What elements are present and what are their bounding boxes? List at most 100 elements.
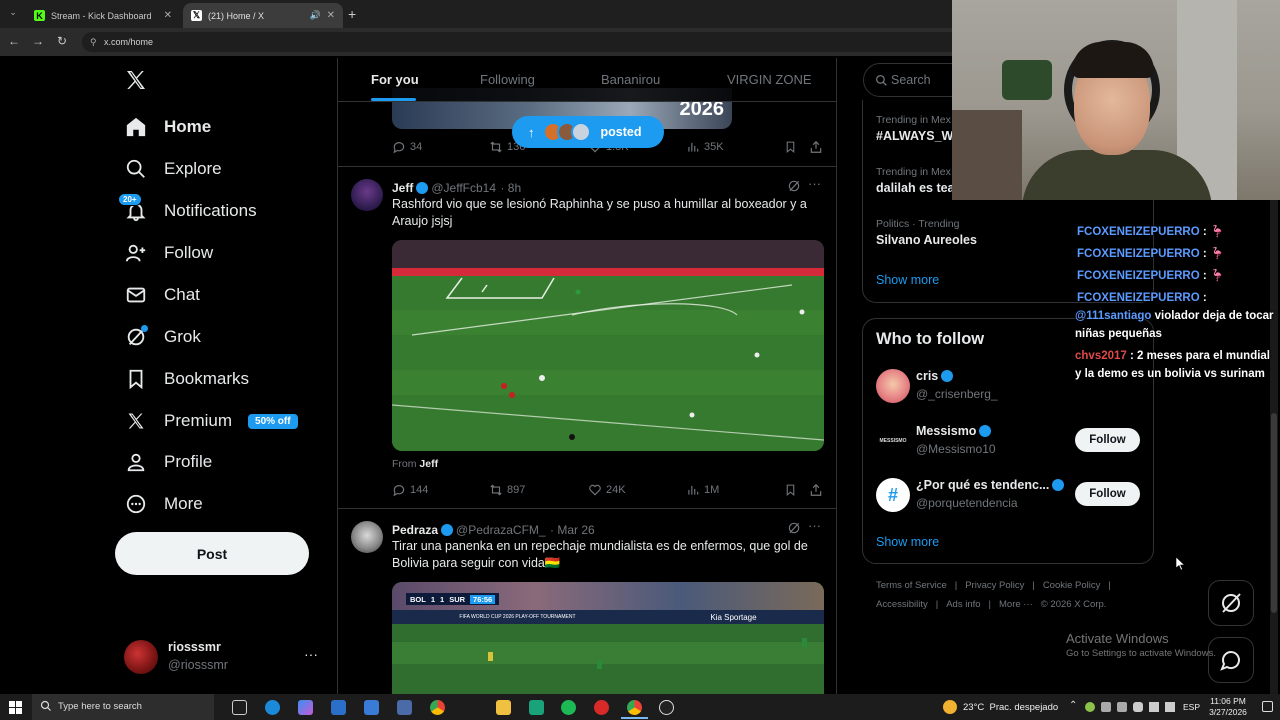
browser-tab-x[interactable]: 𝕏 (21) Home / X 🔊 ✕: [183, 3, 343, 28]
app-icon[interactable]: [397, 700, 412, 715]
follow-button[interactable]: Follow: [1075, 428, 1140, 452]
browser-tab-kick[interactable]: K Stream - Kick Dashboard ✕: [26, 3, 180, 28]
sidebar-item-explore[interactable]: Explore: [124, 154, 222, 184]
taskbar-search-input[interactable]: Type here to search: [32, 694, 214, 720]
tab-following[interactable]: Following: [480, 72, 535, 87]
account-menu-icon[interactable]: ···: [304, 646, 318, 662]
share-icon[interactable]: [809, 140, 823, 154]
copilot-icon[interactable]: [298, 700, 313, 715]
bookmark-icon[interactable]: [784, 483, 797, 497]
tray-app-icon[interactable]: [1117, 702, 1127, 712]
show-more-link[interactable]: Show more: [876, 535, 939, 549]
app-icon[interactable]: [594, 700, 609, 715]
views-button[interactable]: 35K: [686, 140, 724, 154]
weather-icon[interactable]: [943, 700, 957, 714]
app-icon[interactable]: [529, 700, 544, 715]
tweet[interactable]: Pedraza @PedrazaCFM_ · Mar 26 ··· Tirar u…: [338, 509, 836, 694]
tab-for-you[interactable]: For you: [371, 72, 419, 87]
author-handle[interactable]: @JeffFcb14: [431, 181, 496, 195]
author-name[interactable]: Pedraza: [392, 523, 438, 537]
mic-icon[interactable]: [1133, 702, 1143, 712]
notification-center-icon[interactable]: [1262, 701, 1273, 712]
footer-link[interactable]: Terms of Service: [876, 580, 947, 591]
windows-start-icon[interactable]: [9, 701, 22, 714]
avatar[interactable]: [351, 179, 383, 211]
footer-link[interactable]: More ···: [999, 599, 1033, 610]
reply-button[interactable]: 144: [392, 483, 428, 497]
back-arrow-icon[interactable]: ←: [8, 34, 20, 48]
speaker-icon[interactable]: 🔊: [310, 10, 321, 21]
file-explorer-icon[interactable]: [496, 700, 511, 715]
trend-item[interactable]: Politics · Trending Silvano Aureoles: [876, 218, 977, 247]
more-options-icon[interactable]: ···: [808, 518, 821, 533]
site-info-icon[interactable]: ⚲: [90, 37, 97, 48]
show-more-link[interactable]: Show more: [876, 273, 939, 287]
post-button[interactable]: Post: [115, 532, 309, 575]
suggestion-row[interactable]: # ¿Por qué es tendenc... @porquetendenci…: [876, 476, 1146, 516]
tab-virgin-zone[interactable]: VIRGIN ZONE: [727, 72, 812, 87]
suggestion-row[interactable]: MESSISMO Messismo @Messismo10 Follow: [876, 422, 1146, 462]
tray-overflow-icon[interactable]: ⌃: [1069, 700, 1077, 711]
repost-button[interactable]: 897: [489, 483, 525, 497]
network-icon[interactable]: [1149, 702, 1159, 712]
language-indicator[interactable]: ESP: [1183, 702, 1200, 712]
like-button[interactable]: 24K: [588, 483, 626, 497]
views-button[interactable]: 1M: [686, 483, 719, 497]
sidebar-item-home[interactable]: Home: [124, 112, 211, 142]
follow-button[interactable]: Follow: [1075, 482, 1140, 506]
obs-icon[interactable]: [659, 700, 674, 715]
sidebar-item-follow[interactable]: Follow: [124, 238, 213, 268]
account-switcher[interactable]: riosssmr @riosssmr ···: [124, 638, 324, 676]
chrome-icon[interactable]: [430, 700, 445, 715]
author-handle[interactable]: @PedrazaCFM_: [456, 523, 546, 537]
tray-app-icon[interactable]: [1101, 702, 1111, 712]
bookmark-icon[interactable]: [784, 140, 797, 154]
reload-icon[interactable]: ↻: [57, 34, 67, 48]
messages-fab[interactable]: [1208, 637, 1254, 683]
more-options-icon[interactable]: ···: [808, 176, 821, 191]
avatar[interactable]: [351, 521, 383, 553]
trend-item[interactable]: Trending in Mex #ALWAYS_WI: [876, 114, 957, 143]
forward-arrow-icon[interactable]: →: [32, 34, 44, 48]
footer-link[interactable]: Privacy Policy: [965, 580, 1024, 591]
weather-text[interactable]: 23°C Prac. despejado: [963, 702, 1058, 713]
tweet[interactable]: Jeff @JeffFcb14 · 8h ··· Rashford vio que…: [338, 167, 836, 508]
close-tab-icon[interactable]: ✕: [327, 10, 335, 21]
sidebar-item-more[interactable]: More: [124, 489, 203, 519]
tray-app-icon[interactable]: [1085, 702, 1095, 712]
new-tab-button[interactable]: +: [348, 6, 356, 22]
chrome-active-icon[interactable]: [627, 700, 642, 715]
edge-icon[interactable]: [265, 700, 280, 715]
tweet-video[interactable]: FIFA WORLD CUP 2026 PLAY-OFF TOURNAMENT …: [392, 582, 824, 694]
volume-icon[interactable]: [1165, 702, 1175, 712]
author-name[interactable]: Jeff: [392, 181, 413, 195]
sidebar-item-chat[interactable]: Chat: [124, 280, 200, 310]
sidebar-item-notifications[interactable]: 20+ Notifications: [118, 193, 257, 226]
footer-link[interactable]: Cookie Policy: [1043, 580, 1101, 591]
store-icon[interactable]: [364, 700, 379, 715]
close-tab-icon[interactable]: ✕: [164, 10, 172, 21]
footer-link[interactable]: Ads info: [946, 599, 980, 610]
new-posts-pill[interactable]: ↑ posted: [512, 116, 664, 148]
sidebar-item-bookmarks[interactable]: Bookmarks: [124, 364, 249, 394]
tweet-video[interactable]: [392, 240, 824, 451]
media-source-link[interactable]: Jeff: [419, 458, 438, 470]
tab-list-button[interactable]: ⌄: [6, 7, 20, 21]
sidebar-item-premium[interactable]: Premium 50% off: [124, 406, 298, 436]
clock[interactable]: 11:06 PM 3/27/2026: [1200, 696, 1256, 718]
task-view-icon[interactable]: [232, 700, 247, 715]
trend-item[interactable]: Trending in Mex dalilah es tea: [876, 166, 955, 195]
share-icon[interactable]: [809, 483, 823, 497]
scrollbar-thumb[interactable]: [1271, 413, 1277, 613]
grok-icon[interactable]: [787, 521, 801, 535]
tweet-time[interactable]: · 8h: [500, 181, 521, 195]
grok-fab[interactable]: [1208, 580, 1254, 626]
sidebar-item-profile[interactable]: Profile: [124, 447, 212, 477]
tab-bananirou[interactable]: Bananirou: [601, 72, 660, 87]
tweet-time[interactable]: · Mar 26: [550, 523, 595, 537]
reply-button[interactable]: 34: [392, 140, 422, 154]
footer-link[interactable]: Accessibility: [876, 599, 928, 610]
grok-icon[interactable]: [787, 179, 801, 193]
sidebar-item-grok[interactable]: Grok: [124, 322, 201, 352]
x-logo-icon[interactable]: [124, 68, 148, 92]
